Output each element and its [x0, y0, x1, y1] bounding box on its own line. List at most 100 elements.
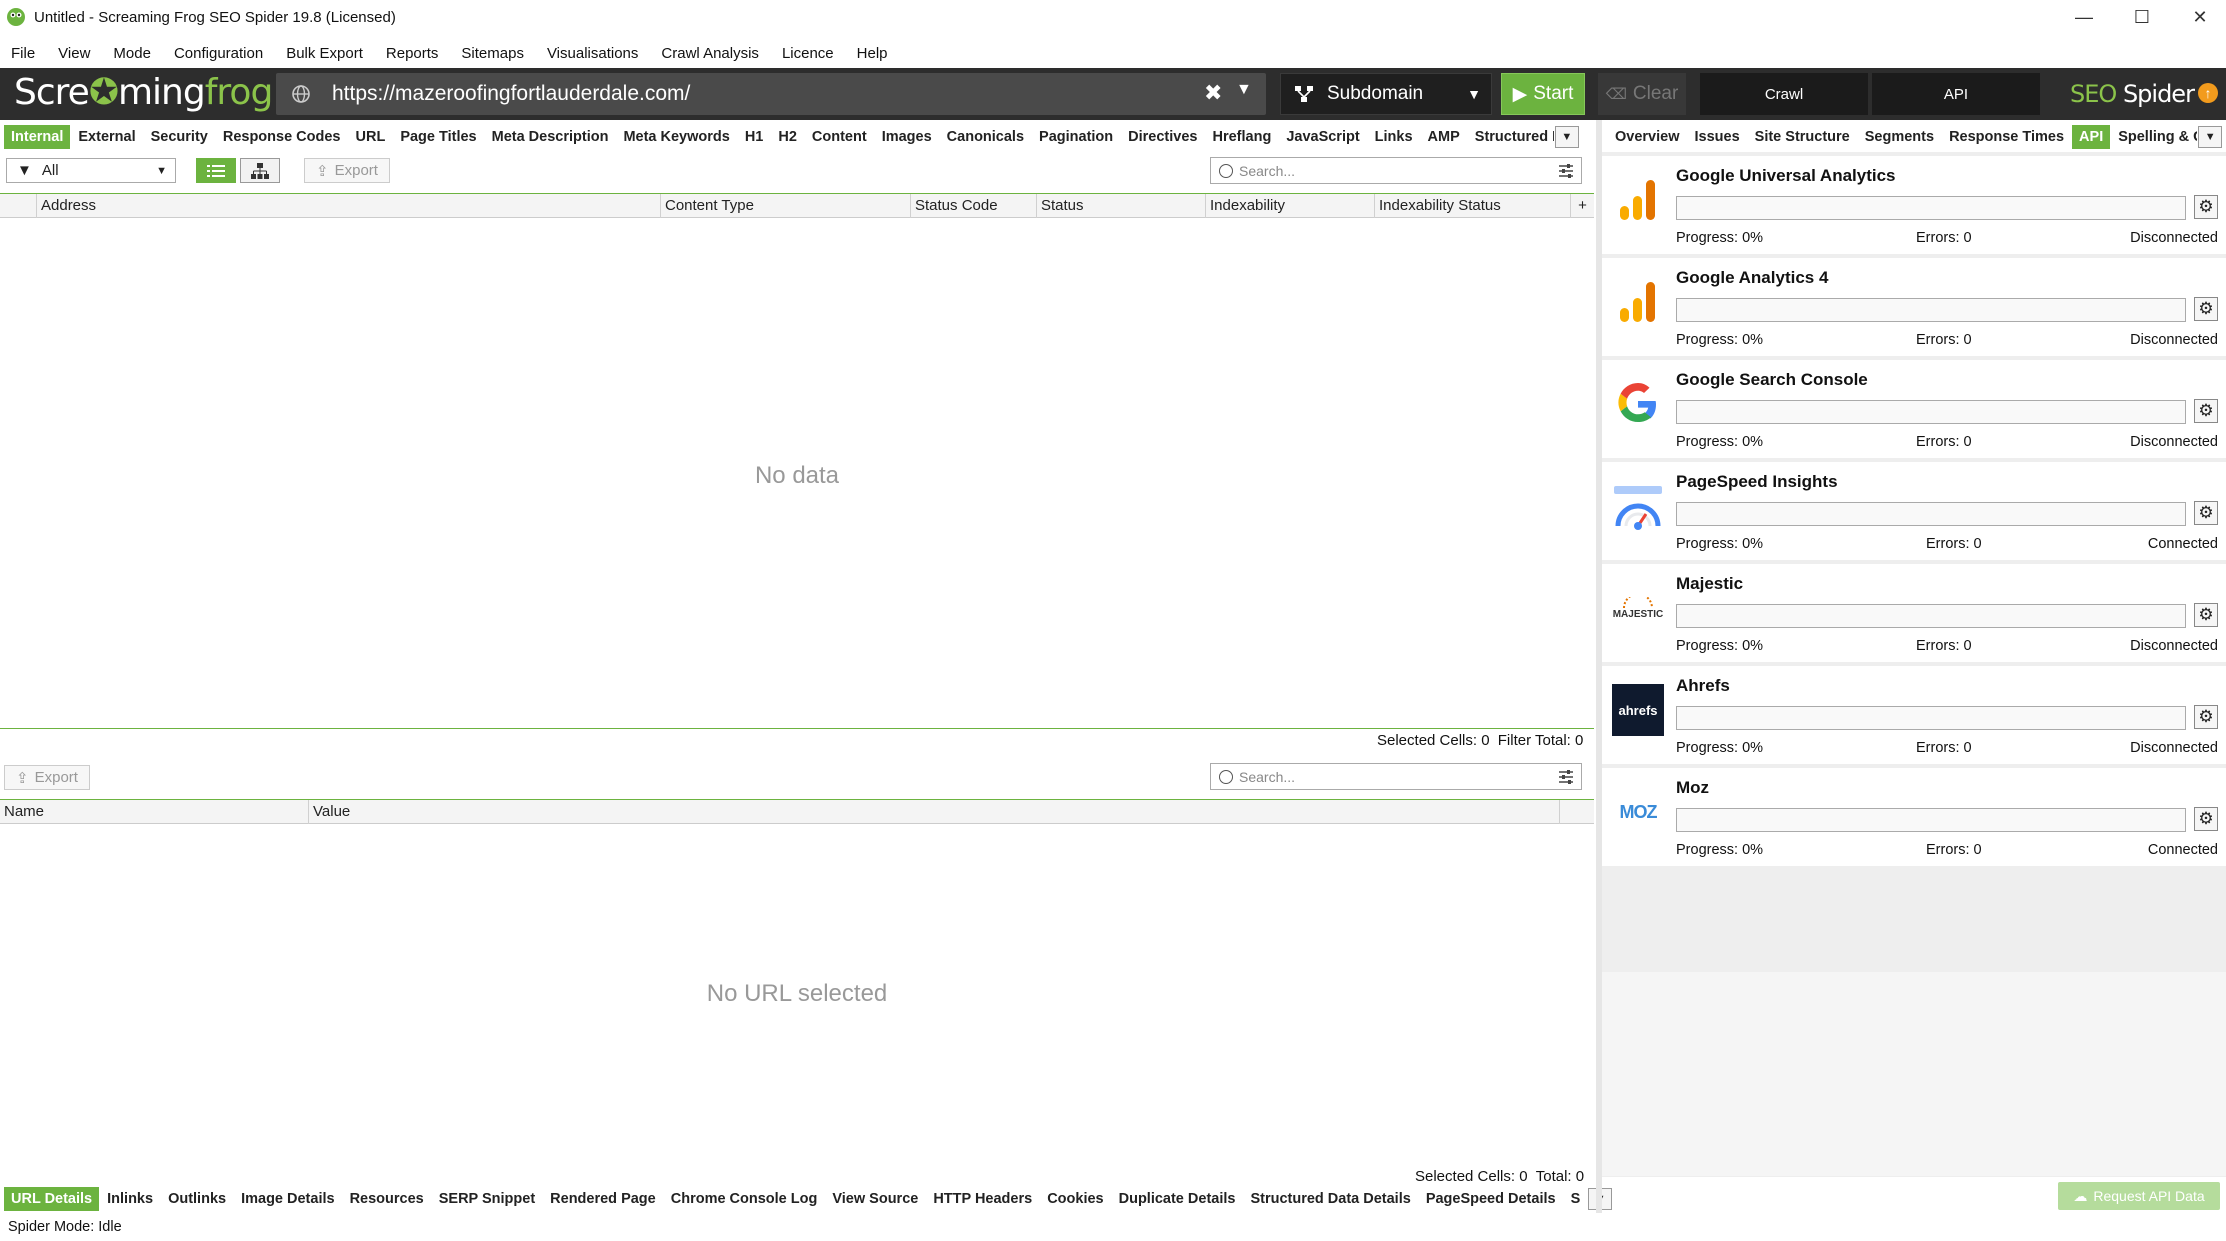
- menu-mode[interactable]: Mode: [102, 45, 162, 62]
- menu-bulk-export[interactable]: Bulk Export: [275, 45, 374, 62]
- menu-help[interactable]: Help: [846, 45, 899, 62]
- tab-response-times[interactable]: Response Times: [1942, 125, 2071, 149]
- tab-security[interactable]: Security: [144, 125, 215, 149]
- tab-content[interactable]: Content: [805, 125, 874, 149]
- tab-site-structure[interactable]: Site Structure: [1748, 125, 1857, 149]
- column-status-code[interactable]: Status Code: [910, 194, 998, 218]
- google-analytics-icon: [1612, 174, 1664, 226]
- search-options-icon[interactable]: [1557, 162, 1575, 180]
- menu-crawl-analysis[interactable]: Crawl Analysis: [650, 45, 770, 62]
- clear-url-icon[interactable]: ✖: [1204, 80, 1222, 106]
- menu-configuration[interactable]: Configuration: [163, 45, 274, 62]
- list-view-button[interactable]: [196, 158, 236, 183]
- tab-amp[interactable]: AMP: [1421, 125, 1467, 149]
- tab-image-details[interactable]: Image Details: [234, 1187, 342, 1211]
- tab-segments[interactable]: Segments: [1858, 125, 1941, 149]
- tab-links[interactable]: Links: [1368, 125, 1420, 149]
- main-tab-bar: Internal External Security Response Code…: [4, 124, 1579, 150]
- column-value[interactable]: Value: [308, 800, 1560, 824]
- crawl-scope-dropdown[interactable]: Subdomain ▼: [1280, 73, 1492, 115]
- clear-button[interactable]: ⌫ Clear: [1598, 73, 1686, 115]
- column-name[interactable]: Name: [0, 800, 44, 824]
- gear-icon[interactable]: ⚙: [2194, 297, 2218, 321]
- tab-canonicals[interactable]: Canonicals: [940, 125, 1031, 149]
- tab-page-titles[interactable]: Page Titles: [393, 125, 483, 149]
- tab-images[interactable]: Images: [875, 125, 939, 149]
- gear-icon[interactable]: ⚙: [2194, 501, 2218, 525]
- gear-icon[interactable]: ⚙: [2194, 705, 2218, 729]
- tab-spelling-grammar[interactable]: Spelling & G: [2111, 125, 2197, 149]
- column-indexability-status[interactable]: Indexability Status: [1374, 194, 1501, 218]
- more-tabs-dropdown-icon[interactable]: ▼: [1554, 126, 1579, 148]
- menu-file[interactable]: File: [0, 45, 46, 62]
- tab-rendered-page[interactable]: Rendered Page: [543, 1187, 663, 1211]
- tab-duplicate-details[interactable]: Duplicate Details: [1112, 1187, 1243, 1211]
- crawl-mode-button[interactable]: Crawl: [1700, 73, 1868, 115]
- tab-pagination[interactable]: Pagination: [1032, 125, 1120, 149]
- menu-view[interactable]: View: [47, 45, 101, 62]
- menu-visualisations[interactable]: Visualisations: [536, 45, 649, 62]
- tab-structured-data[interactable]: Structured D: [1468, 125, 1554, 149]
- url-input[interactable]: https://mazeroofingfortlauderdale.com/: [332, 82, 690, 106]
- search-options-icon[interactable]: [1557, 768, 1575, 786]
- tab-view-source[interactable]: View Source: [825, 1187, 925, 1211]
- tab-api[interactable]: API: [2072, 125, 2111, 149]
- tab-url[interactable]: URL: [349, 125, 393, 149]
- more-right-tabs-dropdown-icon[interactable]: ▼: [2198, 126, 2223, 148]
- export-button[interactable]: ⇪ Export: [304, 158, 390, 183]
- api-mode-button[interactable]: API: [1872, 73, 2040, 115]
- gear-icon[interactable]: ⚙: [2194, 399, 2218, 423]
- tab-chrome-console-log[interactable]: Chrome Console Log: [664, 1187, 825, 1211]
- tab-serp-snippet[interactable]: SERP Snippet: [432, 1187, 542, 1211]
- update-available-icon[interactable]: ↑: [2198, 83, 2218, 103]
- tab-h1[interactable]: H1: [738, 125, 771, 149]
- tab-pagespeed-details[interactable]: PageSpeed Details: [1419, 1187, 1563, 1211]
- url-history-dropdown-icon[interactable]: ▼: [1236, 81, 1252, 99]
- api-card-pagespeed-insights: PageSpeed Insights ⚙ Progress: 0% Errors…: [1602, 462, 2226, 560]
- tab-meta-description[interactable]: Meta Description: [485, 125, 616, 149]
- column-indexability[interactable]: Indexability: [1205, 194, 1285, 218]
- column-content-type[interactable]: Content Type: [660, 194, 754, 218]
- tree-view-button[interactable]: [240, 158, 280, 183]
- tab-overview[interactable]: Overview: [1608, 125, 1687, 149]
- tab-javascript[interactable]: JavaScript: [1279, 125, 1366, 149]
- filter-dropdown[interactable]: ▼ All ▼: [6, 158, 176, 183]
- gear-icon[interactable]: ⚙: [2194, 603, 2218, 627]
- tab-structured-data-details[interactable]: Structured Data Details: [1243, 1187, 1417, 1211]
- column-status[interactable]: Status: [1036, 194, 1084, 218]
- start-button[interactable]: ▶ Start: [1501, 73, 1585, 115]
- tab-h2[interactable]: H2: [771, 125, 804, 149]
- tab-http-headers[interactable]: HTTP Headers: [926, 1187, 1039, 1211]
- tab-inlinks[interactable]: Inlinks: [100, 1187, 160, 1211]
- menu-sitemaps[interactable]: Sitemaps: [450, 45, 535, 62]
- lower-export-button[interactable]: ⇪ Export: [4, 765, 90, 790]
- tab-spelling-truncated[interactable]: S: [1564, 1187, 1588, 1211]
- minimize-button[interactable]: —: [2054, 0, 2114, 34]
- menu-reports[interactable]: Reports: [375, 45, 450, 62]
- tab-external[interactable]: External: [71, 125, 142, 149]
- tab-directives[interactable]: Directives: [1121, 125, 1204, 149]
- tab-hreflang[interactable]: Hreflang: [1205, 125, 1278, 149]
- tab-meta-keywords[interactable]: Meta Keywords: [616, 125, 736, 149]
- close-window-button[interactable]: ✕: [2170, 0, 2226, 34]
- gear-icon[interactable]: ⚙: [2194, 807, 2218, 831]
- request-api-data-button[interactable]: ☁ Request API Data: [2058, 1182, 2220, 1210]
- add-column-icon[interactable]: +: [1570, 194, 1594, 218]
- search-icon: [1219, 163, 1233, 178]
- tab-issues[interactable]: Issues: [1688, 125, 1747, 149]
- api-connection-status: Disconnected: [2130, 740, 2218, 756]
- search-input[interactable]: Search...: [1210, 157, 1582, 184]
- api-connection-status: Disconnected: [2130, 230, 2218, 246]
- lower-search-input[interactable]: Search...: [1210, 763, 1582, 790]
- tab-cookies[interactable]: Cookies: [1040, 1187, 1110, 1211]
- tab-resources[interactable]: Resources: [343, 1187, 431, 1211]
- menu-licence[interactable]: Licence: [771, 45, 845, 62]
- url-bar[interactable]: https://mazeroofingfortlauderdale.com/ ✖…: [276, 73, 1266, 115]
- tab-internal[interactable]: Internal: [4, 125, 71, 149]
- tab-url-details[interactable]: URL Details: [4, 1187, 100, 1211]
- maximize-button[interactable]: ☐: [2112, 0, 2172, 34]
- gear-icon[interactable]: ⚙: [2194, 195, 2218, 219]
- tab-outlinks[interactable]: Outlinks: [161, 1187, 233, 1211]
- column-address[interactable]: Address: [36, 194, 96, 218]
- tab-response-codes[interactable]: Response Codes: [216, 125, 348, 149]
